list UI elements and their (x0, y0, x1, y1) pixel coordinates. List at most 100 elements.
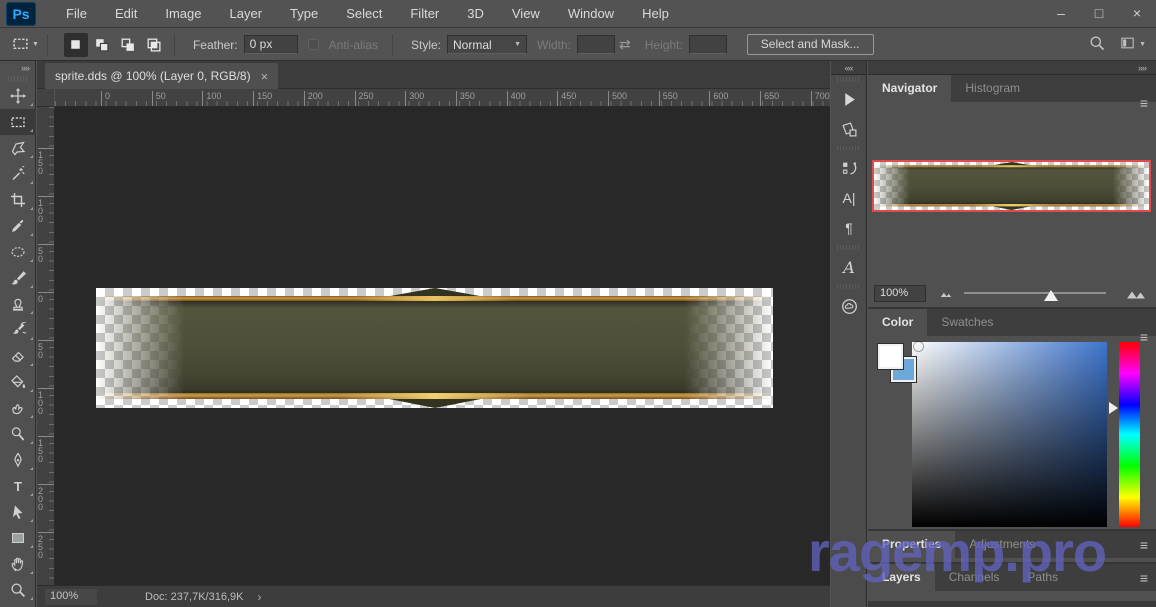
close-icon[interactable]: × (1118, 0, 1156, 28)
color-field-marker[interactable] (914, 342, 923, 351)
horizontal-ruler[interactable]: 0501001502002503003504004505005506006507… (55, 89, 830, 107)
character-panel-icon[interactable]: A| (831, 183, 867, 213)
dock-grip[interactable] (837, 77, 860, 82)
close-tab-icon[interactable]: × (261, 69, 269, 84)
actions-panel-icon[interactable] (831, 84, 867, 114)
hue-slider-pointer-icon[interactable] (1109, 402, 1118, 414)
menu-window[interactable]: Window (554, 0, 628, 28)
tool-clone-stamp[interactable] (0, 291, 36, 317)
tab-layers[interactable]: Layers (868, 564, 935, 591)
active-tool-preset[interactable]: ▼ (12, 35, 39, 55)
dock-grip[interactable] (837, 146, 860, 151)
tool-smudge[interactable] (0, 395, 36, 421)
tool-quick-selection[interactable] (0, 161, 36, 187)
tool-eraser[interactable] (0, 343, 36, 369)
tab-channels[interactable]: Channels (935, 564, 1014, 591)
tool-crop[interactable] (0, 187, 36, 213)
navigator-zoom-slider[interactable] (964, 284, 1106, 302)
tool-history-brush[interactable] (0, 317, 36, 343)
intersect-selection-button[interactable] (142, 33, 166, 57)
collapse-panels-icon[interactable]: »» (868, 61, 1156, 75)
canvas[interactable]: 15010050050100150200250 (37, 107, 830, 585)
menu-type[interactable]: Type (276, 0, 332, 28)
tool-path-selection[interactable] (0, 499, 36, 525)
menu-bar: Ps FileEditImageLayerTypeSelectFilter3DV… (0, 0, 1156, 28)
document-tab[interactable]: sprite.dds @ 100% (Layer 0, RGB/8) × (45, 63, 278, 89)
feather-input[interactable]: 0 px (244, 35, 298, 54)
tool-eyedropper[interactable] (0, 213, 36, 239)
libraries-panel-icon[interactable] (831, 291, 867, 321)
menu-help[interactable]: Help (628, 0, 683, 28)
toolbar-grip[interactable] (8, 76, 27, 82)
subtract-from-selection-button[interactable] (116, 33, 140, 57)
menu-select[interactable]: Select (332, 0, 396, 28)
tool-rectangular-marquee[interactable] (0, 109, 36, 135)
tool-zoom[interactable] (0, 577, 36, 603)
search-icon[interactable] (1089, 35, 1105, 54)
tab-color[interactable]: Color (868, 309, 927, 336)
clone-source-panel-icon[interactable] (831, 114, 867, 144)
swap-width-height-icon[interactable]: ⇄ (619, 36, 631, 53)
tool-pen[interactable] (0, 447, 36, 473)
antialias-checkbox[interactable] (308, 39, 319, 50)
maximize-icon[interactable]: □ (1080, 0, 1118, 28)
zoom-out-icon[interactable] (940, 289, 954, 298)
character-styles-panel-icon[interactable] (831, 153, 867, 183)
menu-view[interactable]: View (498, 0, 554, 28)
navigator-preview[interactable] (872, 160, 1151, 212)
hue-slider[interactable] (1119, 342, 1140, 527)
properties-tab-row: PropertiesAdjustments (868, 531, 1156, 558)
status-chevron-icon[interactable]: › (257, 590, 261, 604)
add-to-selection-button[interactable] (90, 33, 114, 57)
tool-spot-healing[interactable] (0, 239, 36, 265)
tab-swatches[interactable]: Swatches (927, 309, 1007, 336)
new-selection-button[interactable] (64, 33, 88, 57)
navigator-zoom-row: 100% (868, 283, 1156, 303)
menu-layer[interactable]: Layer (216, 0, 277, 28)
ruler-tick-0: 0 (101, 91, 110, 106)
tab-paths[interactable]: Paths (1013, 564, 1072, 591)
panel-menu-icon[interactable]: ≡ (1140, 537, 1148, 553)
tool-lasso[interactable] (0, 135, 36, 161)
tool-brush[interactable] (0, 265, 36, 291)
navigator-zoom-value[interactable]: 100% (874, 285, 926, 302)
tab-properties[interactable]: Properties (868, 531, 955, 558)
menu-filter[interactable]: Filter (396, 0, 453, 28)
menu-file[interactable]: File (52, 0, 101, 28)
tool-rectangle-shape[interactable] (0, 525, 36, 551)
collapse-toolbar-icon[interactable]: »» (0, 61, 35, 75)
saturation-brightness-field[interactable] (912, 342, 1107, 527)
tab-histogram[interactable]: Histogram (951, 75, 1034, 102)
zoom-in-icon[interactable] (1126, 287, 1148, 299)
ruler-tick-0: 0 (38, 292, 54, 303)
tool-type[interactable]: T (0, 473, 36, 499)
menu-edit[interactable]: Edit (101, 0, 151, 28)
width-input[interactable] (577, 35, 615, 54)
height-input[interactable] (689, 35, 727, 54)
tab-navigator[interactable]: Navigator (868, 75, 951, 102)
style-select[interactable]: Normal ▼ (447, 35, 527, 54)
panel-menu-icon[interactable]: ≡ (1140, 570, 1148, 586)
menu-image[interactable]: Image (151, 0, 215, 28)
status-zoom-level[interactable]: 100% (45, 589, 97, 605)
select-and-mask-button[interactable]: Select and Mask... (747, 34, 874, 55)
expand-dock-icon[interactable]: «« (831, 61, 866, 75)
minimize-icon[interactable]: – (1042, 0, 1080, 28)
workspace-switcher[interactable]: ▼ (1119, 36, 1146, 53)
foreground-color-swatch[interactable] (877, 343, 904, 370)
sprite-image[interactable] (96, 288, 773, 408)
dock-grip[interactable] (837, 245, 860, 250)
slider-thumb[interactable] (1044, 290, 1058, 301)
paragraph-panel-icon[interactable]: ¶ (831, 213, 867, 243)
dock-grip[interactable] (837, 284, 860, 289)
vertical-ruler[interactable]: 15010050050100150200250 (37, 107, 55, 585)
ruler-origin-corner[interactable] (37, 89, 55, 107)
tool-move[interactable] (0, 83, 36, 109)
menu-3d[interactable]: 3D (453, 0, 498, 28)
glyphs-panel-icon[interactable]: A (831, 252, 867, 282)
tool-paint-bucket[interactable] (0, 369, 36, 395)
tool-hand[interactable] (0, 551, 36, 577)
tab-adjustments[interactable]: Adjustments (955, 531, 1049, 558)
tool-dodge[interactable] (0, 421, 36, 447)
properties-panel: PropertiesAdjustments ≡ (868, 531, 1156, 564)
